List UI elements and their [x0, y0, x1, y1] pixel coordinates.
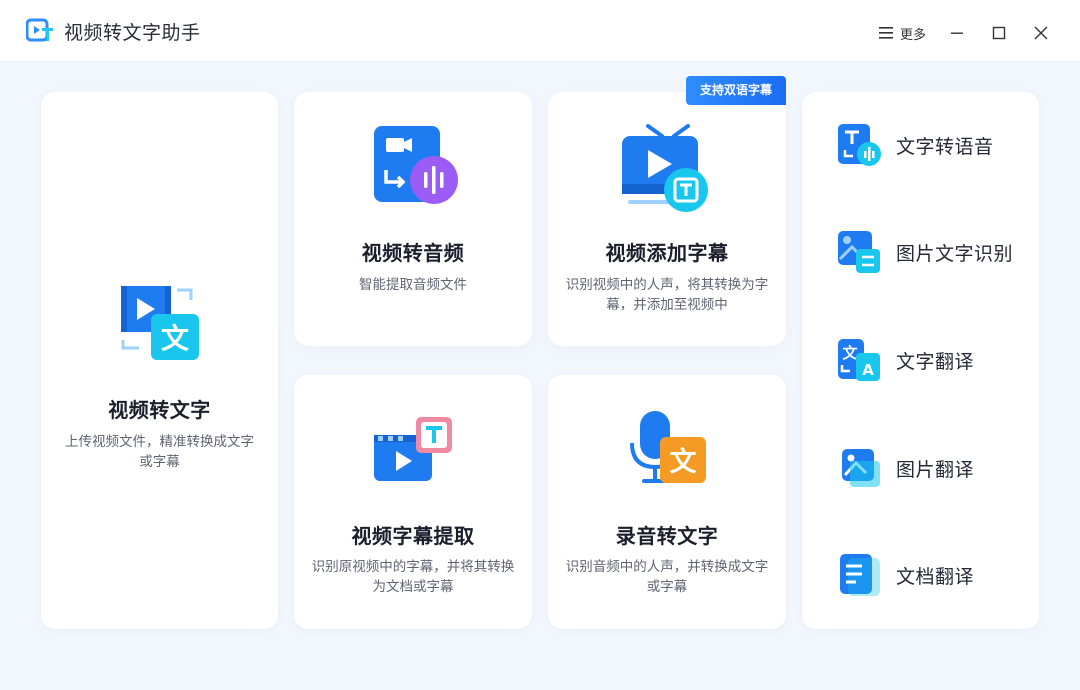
- sidebar-item-label: 图片文字识别: [896, 242, 1014, 265]
- more-label: 更多: [900, 27, 927, 43]
- title-bar: 视频转文字助手 更多: [0, 0, 1080, 62]
- bilingual-badge: 支持双语字幕: [686, 76, 786, 105]
- tv-subtitle-icon: [622, 124, 708, 212]
- extract-subtitles-card[interactable]: 视频字幕提取 识别原视频中的字幕，并将其转换为文档或字幕: [294, 375, 532, 629]
- image-ocr-icon: [838, 231, 880, 273]
- audio-to-text-card[interactable]: 文 录音转文字 识别音频中的人声，并转换成文字或字幕: [548, 375, 786, 629]
- card-desc: 识别原视频中的字幕，并将其转换为文档或字幕: [311, 559, 515, 595]
- card-title: 视频转音频: [361, 241, 465, 265]
- sidebar-item-label: 文字转语音: [896, 135, 994, 158]
- card-title: 视频转文字: [108, 398, 211, 422]
- sidebar-item-text-translate[interactable]: 文 A 文字翻译: [836, 335, 1026, 385]
- svg-text:文: 文: [670, 446, 698, 478]
- app-logo-icon: [26, 18, 53, 42]
- sidebar-item-label: 图片翻译: [896, 458, 975, 481]
- sidebar-item-label: 文档翻译: [896, 565, 975, 588]
- svg-text:文: 文: [161, 322, 189, 355]
- svg-text:A: A: [862, 361, 874, 379]
- video-to-audio-card[interactable]: 视频转音频 智能提取音频文件: [294, 92, 532, 346]
- menu-icon: [879, 27, 893, 39]
- minimize-icon[interactable]: [946, 22, 968, 44]
- video-to-audio-icon: [374, 126, 458, 204]
- video-to-text-icon: 文: [121, 286, 199, 360]
- card-desc: 上传视频文件，精准转换成文字或字幕: [65, 434, 254, 470]
- more-button[interactable]: 更多: [878, 22, 926, 44]
- maximize-icon[interactable]: [988, 22, 1010, 44]
- extract-subtitles-icon: [374, 417, 452, 481]
- app-title: 视频转文字助手: [64, 22, 201, 44]
- card-desc: 识别音频中的人声，并转换成文字或字幕: [565, 559, 769, 595]
- card-title: 录音转文字: [615, 524, 719, 548]
- text-translate-icon: 文 A: [838, 339, 880, 381]
- image-translate-icon: [842, 449, 880, 487]
- card-title: 视频字幕提取: [351, 524, 475, 548]
- add-subtitles-card[interactable]: 视频添加字幕 识别视频中的人声，将其转换为字幕，并添加至视频中: [548, 92, 786, 346]
- text-to-speech-icon: [838, 124, 881, 166]
- close-icon[interactable]: [1030, 22, 1052, 44]
- sidebar-item-image-translate[interactable]: 图片翻译: [836, 443, 1026, 493]
- card-desc: 识别视频中的人声，将其转换为字幕，并添加至视频中: [565, 277, 769, 313]
- sidebar-item-document-translate[interactable]: 文档翻译: [836, 550, 1026, 600]
- card-desc: 智能提取音频文件: [359, 277, 467, 293]
- video-to-text-card[interactable]: 文 视频转文字 上传视频文件，精准转换成文字或字幕: [41, 92, 278, 629]
- document-translate-icon: [840, 554, 880, 596]
- sidebar-item-text-to-speech[interactable]: 文字转语音: [836, 120, 1026, 170]
- sidebar-item-image-ocr[interactable]: 图片文字识别: [836, 227, 1026, 277]
- microphone-text-icon: 文: [630, 411, 706, 483]
- card-title: 视频添加字幕: [605, 241, 729, 265]
- sidebar-item-label: 文字翻译: [896, 350, 975, 373]
